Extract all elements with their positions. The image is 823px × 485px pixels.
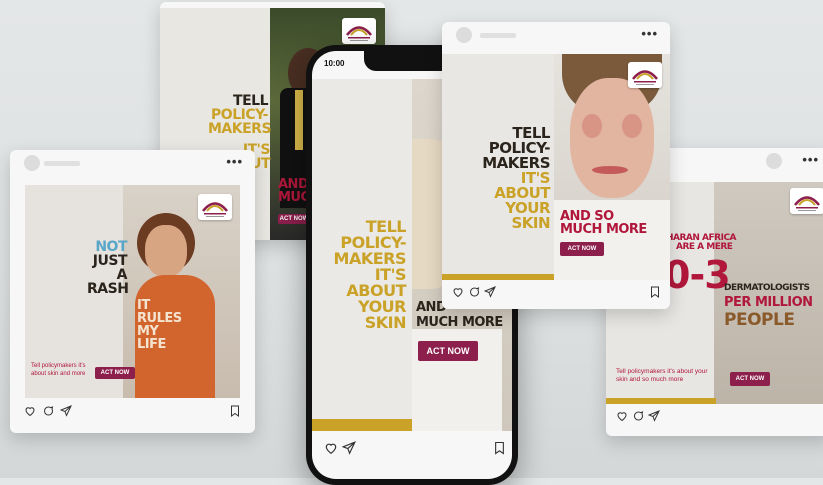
send-icon[interactable] xyxy=(648,410,660,422)
heart-icon[interactable] xyxy=(24,405,36,417)
rash-not: NOT xyxy=(95,239,127,255)
headline-line: YOUR SKIN xyxy=(358,297,406,332)
rash-caption: Tell policymakers it's about skin and mo… xyxy=(31,363,86,377)
headline-line: POLICY- xyxy=(211,107,268,123)
send-icon[interactable] xyxy=(484,286,496,298)
foundation-logo xyxy=(342,18,376,44)
tagline-much-more: MUCH MORE xyxy=(560,222,647,237)
post-actions xyxy=(452,286,662,300)
foundation-logo xyxy=(790,188,823,214)
bookmark-icon[interactable] xyxy=(230,405,240,417)
heart-icon[interactable] xyxy=(616,410,628,422)
tagline-much-more: MUCH MORE xyxy=(416,315,503,330)
comment-icon[interactable] xyxy=(468,286,480,298)
username-placeholder[interactable] xyxy=(44,161,80,166)
heart-icon[interactable] xyxy=(324,441,338,455)
send-icon[interactable] xyxy=(60,405,72,417)
bookmark-icon[interactable] xyxy=(650,286,660,298)
username-placeholder[interactable] xyxy=(480,33,516,38)
act-now-button[interactable]: ACT NOW xyxy=(730,372,770,386)
rash-just: JUST xyxy=(92,253,128,269)
act-now-button[interactable]: ACT NOW xyxy=(560,242,604,256)
act-now-button[interactable]: ACT NOW xyxy=(418,341,478,361)
send-icon[interactable] xyxy=(342,441,356,455)
more-dots-icon[interactable]: ••• xyxy=(226,154,243,169)
stat-are-a-mere: ARE A MERE xyxy=(676,242,733,252)
headline-line: TELL xyxy=(233,93,268,109)
post-actions xyxy=(616,410,823,424)
avatar[interactable] xyxy=(24,155,40,171)
rash-life: LIFE xyxy=(137,337,166,352)
stat-per-million: PER MILLION xyxy=(724,295,813,310)
headline-line: IT'S ABOUT xyxy=(494,169,550,202)
headline-line: IT'S ABOUT xyxy=(346,265,406,300)
stat-dermatologists: DERMATOLOGISTS xyxy=(724,283,810,293)
bookmark-icon[interactable] xyxy=(494,441,505,455)
more-dots-icon[interactable]: ••• xyxy=(802,152,819,167)
post-header: ••• xyxy=(442,22,670,46)
headline-line: YOUR SKIN xyxy=(505,199,550,232)
headline-line: MAKERS xyxy=(208,121,272,137)
stat-caption: Tell policymakers it's about your skin a… xyxy=(616,368,708,384)
gold-strip xyxy=(606,398,716,404)
gold-strip xyxy=(312,419,412,431)
stat-number: 0-3 xyxy=(664,253,731,297)
post-card-rash: ••• NOT JUST A RASH IT RULES MY LIFE Tel… xyxy=(10,150,255,433)
comment-icon[interactable] xyxy=(632,410,644,422)
comment-icon[interactable] xyxy=(42,405,54,417)
avatar[interactable] xyxy=(456,27,472,43)
stat-people: PEOPLE xyxy=(724,310,795,330)
foundation-logo xyxy=(628,62,662,88)
heart-icon[interactable] xyxy=(452,286,464,298)
gold-strip xyxy=(442,274,554,280)
act-now-button[interactable]: ACT NOW xyxy=(95,367,135,379)
rash-a: A xyxy=(116,267,128,283)
foundation-logo xyxy=(198,194,232,220)
rash-rash: RASH xyxy=(87,281,129,297)
post-card-girl: ••• TELL POLICY- MAKERS IT'S ABOUT YOUR … xyxy=(442,22,670,309)
post-header: ••• xyxy=(10,150,255,174)
avatar[interactable] xyxy=(766,153,782,169)
status-time: 10:00 xyxy=(324,59,345,68)
post-actions xyxy=(24,405,244,419)
more-dots-icon[interactable]: ••• xyxy=(641,26,658,41)
